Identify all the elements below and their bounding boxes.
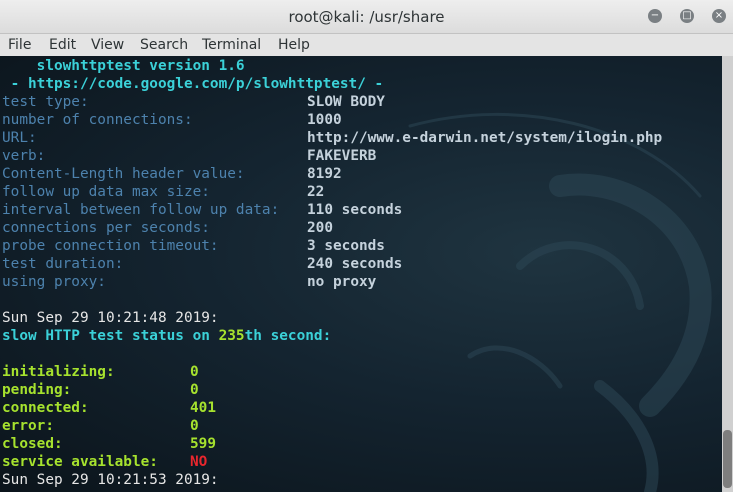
banner-url: - https://code.google.com/p/slowhttptest… <box>2 76 384 92</box>
maximize-icon[interactable]: □ <box>680 9 694 23</box>
config-value: FAKEVERB <box>307 148 377 164</box>
config-value: 8192 <box>307 166 342 182</box>
config-value: 22 <box>307 184 325 200</box>
scrollbar-track[interactable] <box>722 56 733 492</box>
stat-label: connected: <box>2 400 89 416</box>
menu-bar: File Edit View Search Terminal Help <box>0 34 733 56</box>
stat-value: 0 <box>190 364 199 380</box>
terminal-output[interactable]: slowhttptest version 1.6 - https://code.… <box>0 56 722 492</box>
config-label: verb: <box>2 148 46 164</box>
stat-label: closed: <box>2 436 63 452</box>
stat-value: 0 <box>190 382 199 398</box>
config-value: 200 <box>307 220 333 236</box>
status-prefix: slow HTTP test status on <box>2 328 219 344</box>
config-label: URL: <box>2 130 37 146</box>
window-title: root@kali: /usr/share <box>288 8 445 26</box>
stat-value: 599 <box>190 436 216 452</box>
scrollbar-thumb[interactable] <box>723 430 732 488</box>
config-label: number of connections: <box>2 112 193 128</box>
config-label: interval between follow up data: <box>2 202 280 218</box>
config-value: 1000 <box>307 112 342 128</box>
minimize-icon[interactable]: − <box>648 9 662 23</box>
config-label: probe connection timeout: <box>2 238 219 254</box>
config-value: 110 seconds <box>307 202 403 218</box>
window-titlebar[interactable]: root@kali: /usr/share − □ × <box>0 0 733 34</box>
status-heading: slow HTTP test status on 235th second: <box>2 327 331 345</box>
stat-value: 401 <box>190 400 216 416</box>
config-value: SLOW BODY <box>307 94 385 110</box>
stat-label: service available: <box>2 454 158 470</box>
config-label: Content-Length header value: <box>2 166 245 182</box>
stat-label: pending: <box>2 382 72 398</box>
service-available-status: NO <box>190 454 208 470</box>
config-label: test duration: <box>2 256 124 272</box>
config-label: using proxy: <box>2 274 106 290</box>
menu-edit[interactable]: Edit <box>49 37 76 53</box>
stat-value: 0 <box>190 418 199 434</box>
timestamp: Sun Sep 29 10:21:48 2019: <box>2 310 219 326</box>
banner-version: slowhttptest version 1.6 <box>2 58 245 74</box>
config-value: http://www.e-darwin.net/system/ilogin.ph… <box>307 130 663 146</box>
config-value: no proxy <box>307 274 377 290</box>
close-icon[interactable]: × <box>712 9 726 23</box>
stat-label: initializing: <box>2 364 115 380</box>
status-suffix: th second: <box>244 328 332 344</box>
status-second: 235 <box>218 328 245 344</box>
config-value: 240 seconds <box>307 256 403 272</box>
menu-view[interactable]: View <box>91 37 124 53</box>
menu-help[interactable]: Help <box>278 37 310 53</box>
config-label: connections per seconds: <box>2 220 210 236</box>
menu-search[interactable]: Search <box>140 37 188 53</box>
menu-file[interactable]: File <box>8 37 31 53</box>
config-label: test type: <box>2 94 89 110</box>
stat-label: error: <box>2 418 54 434</box>
config-label: follow up data max size: <box>2 184 210 200</box>
timestamp: Sun Sep 29 10:21:53 2019: <box>2 472 219 488</box>
config-value: 3 seconds <box>307 238 385 254</box>
menu-terminal[interactable]: Terminal <box>202 37 261 53</box>
